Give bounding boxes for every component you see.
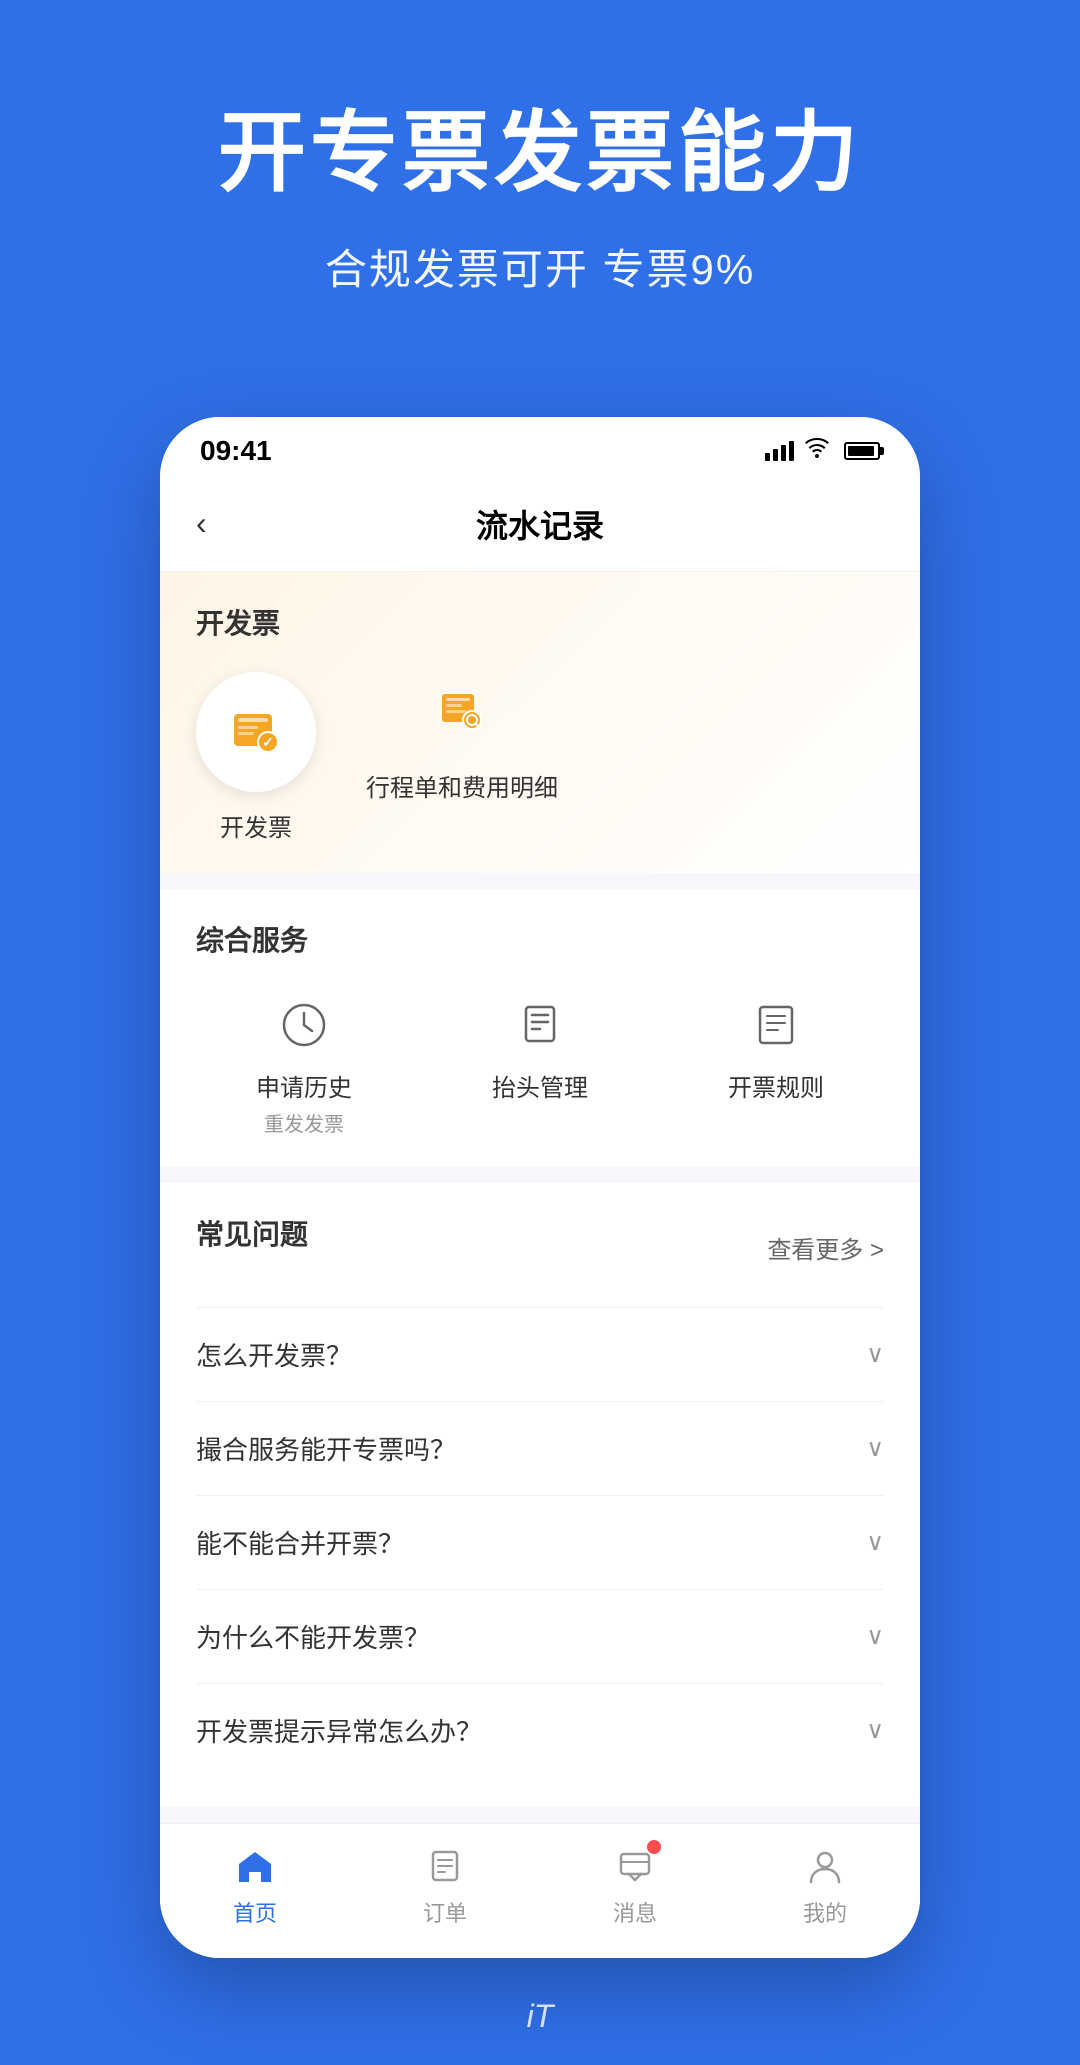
home-icon <box>233 1844 277 1888</box>
kaifapiao-item[interactable]: ✓ 开发票 <box>196 672 316 843</box>
bottom-nav: 首页 订单 <box>160 1823 920 1958</box>
faq-title: 常见问题 <box>196 1213 308 1253</box>
kaifapiao-icon-circle: ✓ <box>196 672 316 792</box>
nav-bar: ‹ 流水记录 <box>160 477 920 572</box>
chevron-down-icon-2: ∨ <box>866 1528 884 1557</box>
chevron-down-icon-1: ∨ <box>866 1434 884 1463</box>
status-icons <box>765 438 880 464</box>
status-time: 09:41 <box>200 435 272 467</box>
nav-label-profile: 我的 <box>803 1896 847 1928</box>
nav-label-messages: 消息 <box>613 1896 657 1928</box>
history-icon <box>268 989 340 1061</box>
itinerary-icon-plain <box>422 672 502 752</box>
back-button[interactable]: ‹ <box>196 505 207 542</box>
chevron-down-icon-0: ∨ <box>866 1340 884 1369</box>
chevron-down-icon-3: ∨ <box>866 1622 884 1651</box>
status-bar: 09:41 <box>160 417 920 477</box>
service-label-rules: 开票规则 <box>728 1073 824 1104</box>
orders-icon <box>423 1844 467 1888</box>
faq-item-0[interactable]: 怎么开发票？ ∨ <box>196 1307 884 1401</box>
nav-item-orders[interactable]: 订单 <box>350 1844 540 1928</box>
clock-icon <box>278 999 330 1051</box>
faq-item-1[interactable]: 撮合服务能开专票吗？ ∨ <box>196 1401 884 1495</box>
chevron-down-icon-4: ∨ <box>866 1716 884 1745</box>
svg-text:✓: ✓ <box>262 734 274 750</box>
invoice-icons-row: ✓ 开发票 <box>196 672 884 843</box>
service-sublabel-history: 重发发票 <box>264 1108 344 1137</box>
battery-icon <box>844 442 880 460</box>
footer-text: iT <box>0 1958 1080 2065</box>
messages-icon <box>613 1844 657 1888</box>
header-management-icon <box>504 989 576 1061</box>
faq-question-1: 撮合服务能开专票吗？ <box>196 1430 456 1467</box>
hero-section: 开专票发票能力 合规发票可开 专票9% <box>0 0 1080 357</box>
profile-icon <box>803 1844 847 1888</box>
hero-title: 开专票发票能力 <box>60 100 1020 206</box>
service-label-history: 申请历史 <box>256 1073 352 1104</box>
faq-header: 常见问题 查看更多 > <box>196 1213 884 1283</box>
itinerary-item[interactable]: 行程单和费用明细 <box>366 672 558 803</box>
service-item-history[interactable]: 申请历史 重发发票 <box>196 989 412 1137</box>
list-icon <box>750 999 802 1051</box>
kaifapiao-label: 开发票 <box>220 808 292 843</box>
faq-section: 常见问题 查看更多 > 怎么开发票？ ∨ 撮合服务能开专票吗？ ∨ 能不能合并开… <box>160 1183 920 1807</box>
kaifapiao-icon: ✓ <box>226 702 286 762</box>
faq-more-link[interactable]: 查看更多 > <box>767 1230 884 1265</box>
rules-icon <box>740 989 812 1061</box>
invoice-section-title: 开发票 <box>196 602 884 642</box>
nav-label-orders: 订单 <box>423 1896 467 1928</box>
services-section-title: 综合服务 <box>196 919 884 959</box>
phone-content: 开发票 ✓ 开发票 <box>160 572 920 1958</box>
hero-subtitle: 合规发票可开 专票9% <box>60 236 1020 297</box>
service-label-header: 抬头管理 <box>492 1073 588 1104</box>
faq-question-2: 能不能合并开票？ <box>196 1524 404 1561</box>
service-item-rules[interactable]: 开票规则 <box>668 989 884 1137</box>
bookmark-icon <box>514 999 566 1051</box>
faq-item-2[interactable]: 能不能合并开票？ ∨ <box>196 1495 884 1589</box>
service-item-header[interactable]: 抬头管理 <box>432 989 648 1137</box>
invoice-section: 开发票 ✓ 开发票 <box>160 572 920 873</box>
signal-icon <box>765 441 794 461</box>
nav-item-messages[interactable]: 消息 <box>540 1844 730 1928</box>
itinerary-icon <box>436 686 488 738</box>
faq-question-0: 怎么开发票？ <box>196 1336 352 1373</box>
faq-question-4: 开发票提示异常怎么办？ <box>196 1712 482 1749</box>
services-section: 综合服务 申请历史 重发发票 <box>160 889 920 1167</box>
nav-label-home: 首页 <box>233 1896 277 1928</box>
itinerary-label: 行程单和费用明细 <box>366 768 558 803</box>
faq-item-3[interactable]: 为什么不能开发票？ ∨ <box>196 1589 884 1683</box>
nav-item-home[interactable]: 首页 <box>160 1844 350 1928</box>
nav-title: 流水记录 <box>476 501 604 547</box>
services-grid: 申请历史 重发发票 抬头管理 <box>196 989 884 1137</box>
wifi-icon <box>804 438 830 464</box>
message-badge <box>647 1840 661 1854</box>
nav-item-profile[interactable]: 我的 <box>730 1844 920 1928</box>
phone-mockup: 09:41 ‹ 流水记录 开发票 <box>160 417 920 1958</box>
faq-question-3: 为什么不能开发票？ <box>196 1618 430 1655</box>
faq-item-4[interactable]: 开发票提示异常怎么办？ ∨ <box>196 1683 884 1777</box>
